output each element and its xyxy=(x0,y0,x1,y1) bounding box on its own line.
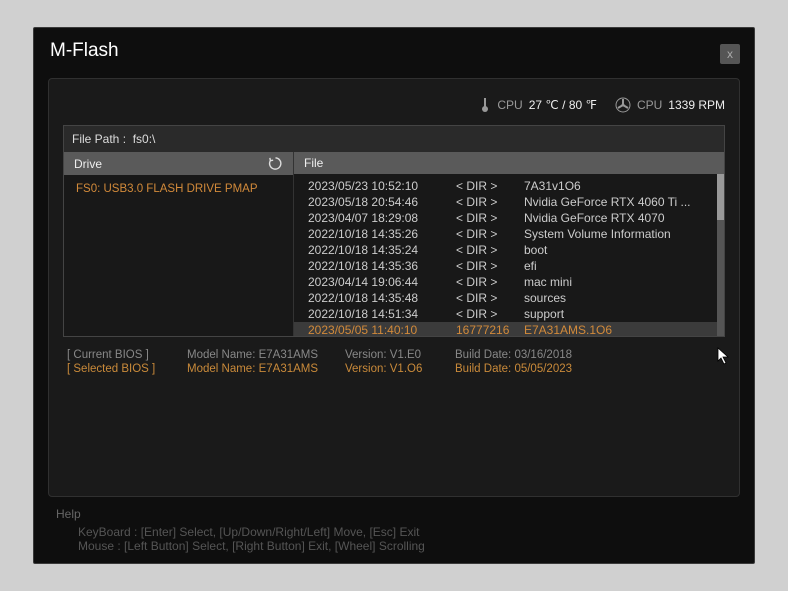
refresh-icon[interactable] xyxy=(268,156,283,171)
fan-icon xyxy=(615,97,631,113)
file-type: < DIR > xyxy=(456,179,524,193)
file-type: < DIR > xyxy=(456,275,524,289)
file-name: 7A31v1O6 xyxy=(524,179,710,193)
file-name: support xyxy=(524,307,710,321)
file-name: mac mini xyxy=(524,275,710,289)
cpu-temp-value: 27 ℃ / 80 ℉ xyxy=(529,98,597,112)
file-type: 16777216 xyxy=(456,323,524,336)
scrollbar-thumb[interactable] xyxy=(717,174,724,220)
file-name: boot xyxy=(524,243,710,257)
mflash-window: M-Flash x CPU 27 ℃ / 80 ℉ CPU xyxy=(33,27,755,564)
file-header-label: File xyxy=(304,156,323,170)
drive-header-label: Drive xyxy=(74,157,102,171)
file-path-value: fs0:\ xyxy=(133,132,156,146)
file-row[interactable]: 2022/10/18 14:35:26< DIR >System Volume … xyxy=(294,226,724,242)
file-row[interactable]: 2023/05/18 20:54:46< DIR >Nvidia GeForce… xyxy=(294,194,724,210)
inner-panel: CPU 27 ℃ / 80 ℉ CPU 1339 RPM File Path :… xyxy=(48,78,740,497)
file-row[interactable]: 2023/05/05 11:40:1016777216E7A31AMS.1O6 xyxy=(294,322,724,336)
file-path-bar: File Path : fs0:\ xyxy=(64,126,724,152)
close-button[interactable]: x xyxy=(720,44,740,64)
bios-info: [ Current BIOS ] Model Name: E7A31AMS Ve… xyxy=(63,349,725,375)
bios-selected-row: [ Selected BIOS ] Model Name: E7A31AMS V… xyxy=(67,363,721,375)
drive-row[interactable]: FS0: USB3.0 FLASH DRIVE PMAP xyxy=(64,181,293,197)
file-row[interactable]: 2023/05/23 10:52:10< DIR >7A31v1O6 xyxy=(294,178,724,194)
help-title: Help xyxy=(56,507,732,521)
help-block: Help KeyBoard : [Enter] Select, [Up/Down… xyxy=(34,507,754,563)
file-name: Nvidia GeForce RTX 4070 xyxy=(524,211,710,225)
bios-current-tag: [ Current BIOS ] xyxy=(67,349,187,361)
file-date: 2022/10/18 14:35:26 xyxy=(308,227,456,241)
file-type: < DIR > xyxy=(456,211,524,225)
file-type: < DIR > xyxy=(456,307,524,321)
thermometer-icon xyxy=(479,97,491,113)
help-mouse: Mouse : [Left Button] Select, [Right But… xyxy=(78,539,732,553)
bios-current-ver: Version: V1.E0 xyxy=(345,349,455,361)
file-date: 2022/10/18 14:35:48 xyxy=(308,291,456,305)
cpu-fan-value: 1339 RPM xyxy=(668,98,725,112)
drive-column: Drive FS0: USB3.0 FLASH DRIVE PMAP xyxy=(64,152,294,336)
file-path-label: File Path : xyxy=(72,132,126,146)
file-row[interactable]: 2022/10/18 14:35:24< DIR >boot xyxy=(294,242,724,258)
bios-current-row: [ Current BIOS ] Model Name: E7A31AMS Ve… xyxy=(67,349,721,361)
file-name: E7A31AMS.1O6 xyxy=(524,323,710,336)
file-row[interactable]: 2022/10/18 14:51:34< DIR >support xyxy=(294,306,724,322)
bios-selected-tag: [ Selected BIOS ] xyxy=(67,363,187,375)
file-type: < DIR > xyxy=(456,243,524,257)
help-keyboard: KeyBoard : [Enter] Select, [Up/Down/Righ… xyxy=(78,525,732,539)
bios-current-build: Build Date: 03/16/2018 xyxy=(455,349,615,361)
close-icon: x xyxy=(727,47,733,61)
file-type: < DIR > xyxy=(456,259,524,273)
file-date: 2023/04/14 19:06:44 xyxy=(308,275,456,289)
file-date: 2022/10/18 14:35:36 xyxy=(308,259,456,273)
cpu-temp-label: CPU xyxy=(497,98,522,112)
app-title: M-Flash xyxy=(50,40,119,62)
bios-selected-model: Model Name: E7A31AMS xyxy=(187,363,345,375)
file-list[interactable]: 2023/05/23 10:52:10< DIR >7A31v1O62023/0… xyxy=(294,174,724,336)
file-row[interactable]: 2022/10/18 14:35:36< DIR >efi xyxy=(294,258,724,274)
bios-current-model: Model Name: E7A31AMS xyxy=(187,349,345,361)
file-column: File 2023/05/23 10:52:10< DIR >7A31v1O62… xyxy=(294,152,724,336)
cpu-temp: CPU 27 ℃ / 80 ℉ xyxy=(479,97,597,113)
bios-selected-ver: Version: V1.O6 xyxy=(345,363,455,375)
file-row[interactable]: 2022/10/18 14:35:48< DIR >sources xyxy=(294,290,724,306)
file-date: 2023/05/23 10:52:10 xyxy=(308,179,456,193)
browser-columns: Drive FS0: USB3.0 FLASH DRIVE PMAP xyxy=(64,152,724,336)
file-type: < DIR > xyxy=(456,291,524,305)
file-date: 2023/05/05 11:40:10 xyxy=(308,323,456,336)
file-date: 2022/10/18 14:51:34 xyxy=(308,307,456,321)
file-type: < DIR > xyxy=(456,227,524,241)
file-header: File xyxy=(294,152,724,174)
file-name: Nvidia GeForce RTX 4060 Ti ... xyxy=(524,195,710,209)
bios-selected-build: Build Date: 05/05/2023 xyxy=(455,363,615,375)
drive-row-label: FS0: USB3.0 FLASH DRIVE PMAP xyxy=(76,183,258,195)
scrollbar[interactable] xyxy=(717,174,724,336)
file-row[interactable]: 2023/04/14 19:06:44< DIR >mac mini xyxy=(294,274,724,290)
cpu-fan-label: CPU xyxy=(637,98,662,112)
file-type: < DIR > xyxy=(456,195,524,209)
status-bar: CPU 27 ℃ / 80 ℉ CPU 1339 RPM xyxy=(63,93,725,117)
file-date: 2022/10/18 14:35:24 xyxy=(308,243,456,257)
file-name: sources xyxy=(524,291,710,305)
file-browser: File Path : fs0:\ Drive FS0: USB3.0 FLAS xyxy=(63,125,725,337)
file-name: efi xyxy=(524,259,710,273)
file-date: 2023/04/07 18:29:08 xyxy=(308,211,456,225)
cpu-fan: CPU 1339 RPM xyxy=(615,97,725,113)
drive-list: FS0: USB3.0 FLASH DRIVE PMAP xyxy=(64,175,293,336)
file-name: System Volume Information xyxy=(524,227,710,241)
file-row[interactable]: 2023/04/07 18:29:08< DIR >Nvidia GeForce… xyxy=(294,210,724,226)
titlebar: M-Flash x xyxy=(34,28,754,68)
file-date: 2023/05/18 20:54:46 xyxy=(308,195,456,209)
drive-header: Drive xyxy=(64,152,293,175)
